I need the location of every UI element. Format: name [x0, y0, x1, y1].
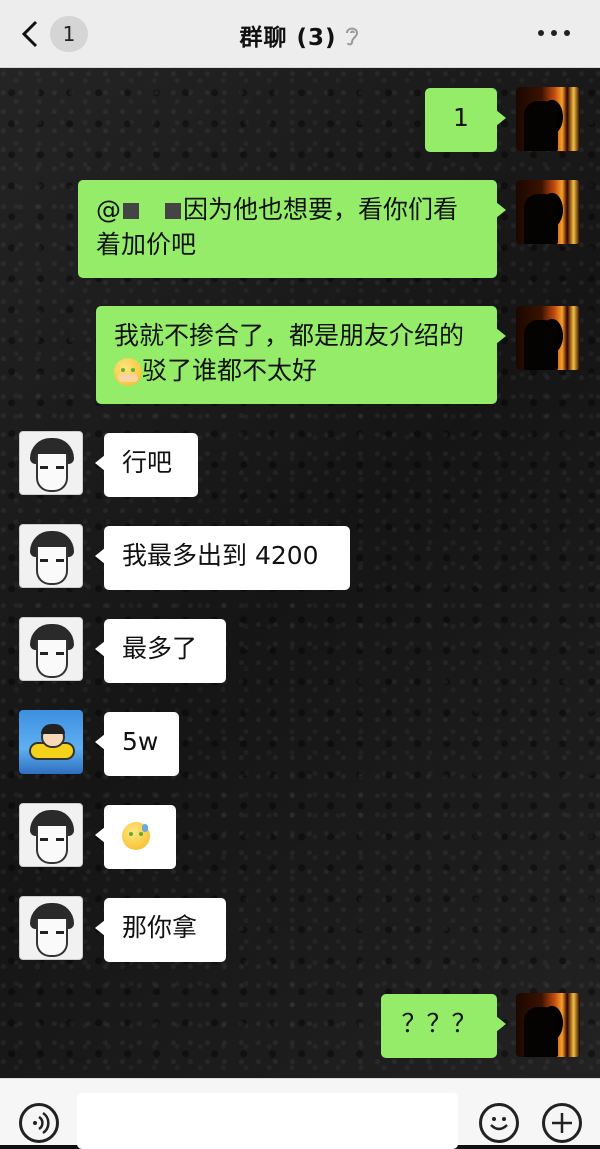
message-bubble[interactable]: 我就不掺合了，都是朋友介绍的驳了谁都不太好: [96, 306, 506, 404]
message-text: 5w: [122, 727, 159, 756]
avatar[interactable]: [19, 431, 83, 495]
message-bubble[interactable]: ？？？: [381, 994, 506, 1058]
message-text: 那你拿: [122, 913, 198, 942]
message-text: 因为他也想要，看你们看着加价吧: [96, 195, 459, 259]
emoji-icon[interactable]: [479, 1103, 519, 1143]
chat-header: 1 群聊 (3): [0, 0, 600, 68]
message-text: ？？？: [401, 1009, 477, 1038]
redacted-name: [165, 203, 181, 219]
message-text: 我就不掺合了，都是朋友介绍的: [114, 321, 465, 350]
message-text: 1: [453, 103, 469, 132]
avatar[interactable]: [516, 87, 580, 151]
avatar[interactable]: [19, 617, 83, 681]
avatar[interactable]: [516, 306, 580, 370]
avatar[interactable]: [19, 524, 83, 588]
message-bubble[interactable]: 1: [425, 88, 506, 152]
message-bubble[interactable]: 最多了: [95, 619, 226, 683]
message-bubble[interactable]: 5w: [95, 712, 179, 776]
ear-icon: [343, 25, 361, 53]
avatar[interactable]: [19, 803, 83, 867]
avatar[interactable]: [19, 710, 83, 774]
voice-icon[interactable]: [19, 1103, 59, 1143]
more-dots-icon[interactable]: [538, 22, 572, 44]
emoji-cover-mouth-icon: [114, 358, 142, 386]
watermark: @营销推手鸡小陈: [226, 568, 338, 584]
avatar[interactable]: [19, 896, 83, 960]
redacted-name: [123, 203, 139, 219]
chat-area[interactable]: 1 @ 因为他也想要，看你们看着加价吧 我就不掺合了，都是朋友介绍的驳了谁都不太好…: [0, 68, 600, 1078]
message-text: 最多了: [122, 634, 198, 663]
avatar[interactable]: [516, 993, 580, 1057]
message-text: 驳了谁都不太好: [142, 356, 318, 385]
chat-title-text: 群聊 (3): [239, 25, 337, 51]
emoji-sweat-icon: [122, 822, 150, 850]
message-bubble[interactable]: [95, 805, 176, 869]
input-bar: [0, 1078, 600, 1149]
message-bubble[interactable]: 行吧: [95, 433, 198, 497]
message-text: 行吧: [122, 448, 173, 477]
message-bubble[interactable]: @ 因为他也想要，看你们看着加价吧: [78, 180, 506, 278]
plus-icon[interactable]: [542, 1103, 582, 1143]
message-input[interactable]: [77, 1093, 458, 1149]
chat-title: 群聊 (3): [0, 18, 600, 53]
mention-symbol: @: [96, 195, 121, 224]
message-bubble[interactable]: 那你拿: [95, 898, 226, 962]
avatar[interactable]: [516, 180, 580, 244]
